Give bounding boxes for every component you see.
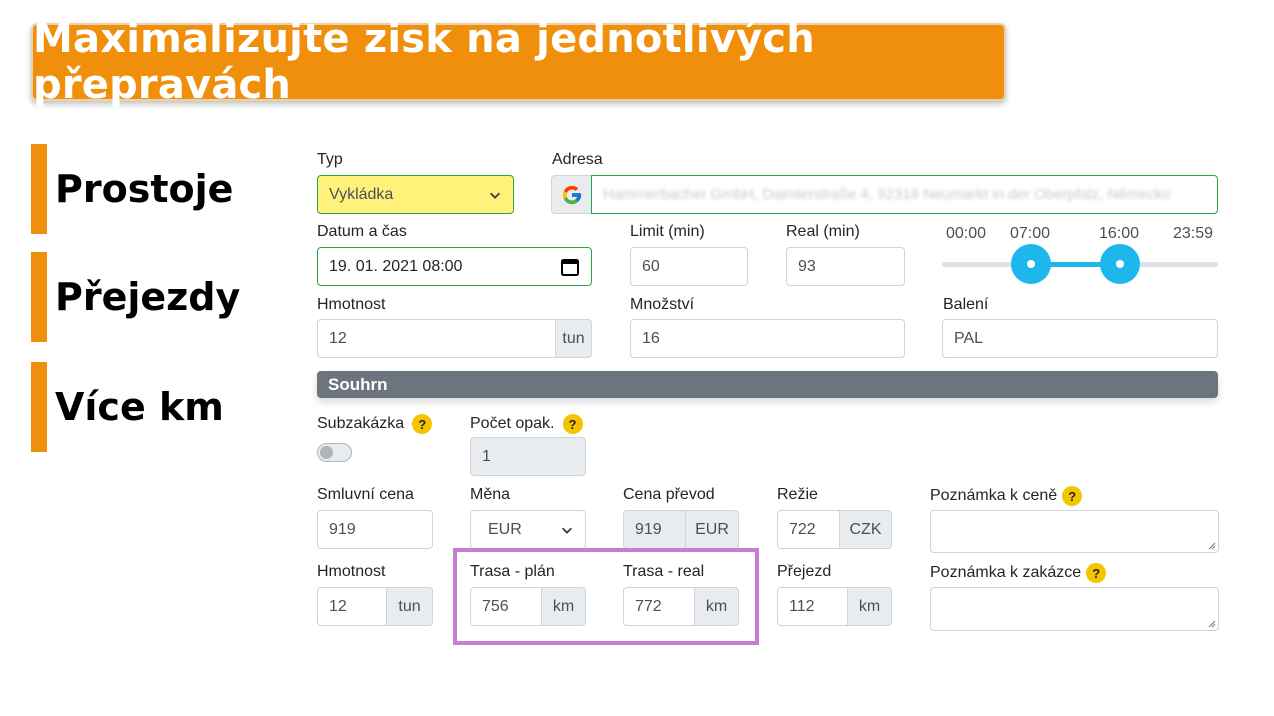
help-icon[interactable]: ? [1062, 486, 1083, 506]
trasa-plan-unit: km [541, 587, 586, 626]
trasa-plan-label: Trasa - plán [470, 563, 555, 580]
rezie-input[interactable]: 722 [777, 510, 840, 549]
trasa-real-value: 772 [635, 597, 662, 615]
poznamka-zakazka-textarea[interactable] [930, 587, 1219, 631]
banner-title: Maximalizujte zisk na jednotlivých přepr… [33, 16, 815, 108]
cena-prevod-unit: EUR [685, 510, 739, 549]
feature-label: Přejezdy [55, 275, 241, 319]
summary-header: Souhrn [317, 371, 1218, 398]
poznamka-cena-label: Poznámka k ceně? [930, 486, 1083, 506]
pocet-label: Počet opak.? [470, 414, 583, 434]
toggle-knob [320, 446, 333, 459]
poznamka-zakazka-label-text: Poznámka k zakázce [930, 564, 1082, 582]
feature-vice-km: Více km [31, 362, 291, 452]
poznamka-cena-label-text: Poznámka k ceně [930, 487, 1058, 505]
trasa-real-label: Trasa - real [623, 563, 705, 580]
limit-label: Limit (min) [630, 223, 705, 240]
limit-value: 60 [642, 257, 660, 275]
rezie-unit: CZK [839, 510, 892, 549]
subzakazka-toggle[interactable] [317, 443, 352, 462]
poznamka-cena-textarea[interactable] [930, 510, 1219, 553]
resize-handle-icon[interactable] [1208, 620, 1216, 628]
smluvni-cena-label: Smluvní cena [317, 486, 414, 503]
time-slider-handle-to[interactable] [1100, 244, 1140, 284]
slider-tick-to: 16:00 [1099, 225, 1140, 242]
typ-select-value: Vykládka [329, 185, 394, 203]
calendar-icon[interactable] [560, 257, 580, 277]
trasa-plan-input[interactable]: 756 [470, 587, 542, 626]
google-icon [551, 175, 592, 214]
slider-tick-from: 07:00 [1010, 225, 1051, 242]
slider-tick-max: 23:59 [1173, 225, 1214, 242]
trasa-real-unit: km [694, 587, 739, 626]
prejezd-unit: km [847, 587, 892, 626]
real-label: Real (min) [786, 223, 860, 240]
real-value: 93 [798, 257, 816, 275]
google-logo-icon [562, 185, 581, 204]
feature-accent-bar [31, 362, 47, 452]
adresa-label: Adresa [552, 151, 603, 168]
prejezd-value: 112 [789, 597, 815, 615]
chevron-down-icon [490, 192, 500, 199]
baleni-input[interactable]: PAL [942, 319, 1218, 358]
hmotnost-value: 12 [329, 329, 347, 347]
datum-input[interactable]: 19. 01. 2021 08:00 [317, 247, 592, 286]
adresa-value: Hammerbacher GmbH, Daimlerstraße 4, 9231… [603, 186, 1171, 203]
time-slider-handle-from[interactable] [1011, 244, 1051, 284]
pocet-label-text: Počet opak. [470, 415, 555, 433]
smluvni-cena-input[interactable]: 919 [317, 510, 433, 549]
mnozstvi-input[interactable]: 16 [630, 319, 905, 358]
hmotnost-label: Hmotnost [317, 296, 386, 313]
prejezd-input[interactable]: 112 [777, 587, 848, 626]
help-icon[interactable]: ? [1086, 563, 1107, 583]
hmotnost-summary-unit: tun [386, 587, 433, 626]
hmotnost-summary-input[interactable]: 12 [317, 587, 387, 626]
pocet-input: 1 [470, 437, 586, 476]
cena-prevod-input: 919 [623, 510, 686, 549]
datum-value: 19. 01. 2021 08:00 [329, 257, 463, 275]
hmotnost-input[interactable]: 12 [317, 319, 556, 358]
rezie-label: Režie [777, 486, 818, 503]
typ-label: Typ [317, 151, 343, 168]
poznamka-zakazka-label: Poznámka k zakázce? [930, 563, 1107, 583]
baleni-label: Balení [943, 296, 989, 313]
cena-prevod-label: Cena převod [623, 486, 715, 503]
promo-banner: Maximalizujte zisk na jednotlivých přepr… [31, 16, 1006, 108]
mena-label: Měna [470, 486, 511, 503]
mena-value: EUR [488, 520, 522, 538]
feature-label: Více km [55, 385, 224, 429]
feature-accent-bar [31, 144, 47, 234]
resize-handle-icon[interactable] [1208, 542, 1216, 550]
hmotnost-summary-value: 12 [329, 597, 347, 615]
mnozstvi-value: 16 [642, 329, 660, 347]
prejezd-label: Přejezd [777, 563, 832, 580]
feature-label: Prostoje [55, 167, 234, 211]
datum-label: Datum a čas [317, 223, 407, 240]
subzakazka-label: Subzakázka? [317, 414, 433, 434]
hmotnost-unit: tun [555, 319, 592, 358]
feature-prejezdy: Přejezdy [31, 252, 291, 342]
trasa-plan-value: 756 [482, 597, 509, 615]
feature-accent-bar [31, 252, 47, 342]
rezie-value: 722 [789, 520, 816, 538]
smluvni-cena-value: 919 [329, 520, 356, 538]
limit-input[interactable]: 60 [630, 247, 748, 286]
chevron-down-icon [562, 527, 572, 534]
help-icon[interactable]: ? [412, 414, 433, 434]
subzakazka-label-text: Subzakázka [317, 415, 405, 433]
trasa-real-input[interactable]: 772 [623, 587, 695, 626]
adresa-input[interactable]: Hammerbacher GmbH, Daimlerstraße 4, 9231… [591, 175, 1218, 214]
baleni-value: PAL [954, 329, 984, 347]
mnozstvi-label: Množství [630, 296, 695, 313]
help-icon[interactable]: ? [562, 414, 583, 434]
real-input[interactable]: 93 [786, 247, 905, 286]
feature-prostoje: Prostoje [31, 144, 291, 234]
mena-select[interactable]: EUR [470, 510, 586, 549]
pocet-value: 1 [482, 447, 491, 465]
typ-select[interactable]: Vykládka [317, 175, 514, 214]
hmotnost-summary-label: Hmotnost [317, 563, 386, 580]
cena-prevod-value: 919 [635, 520, 662, 538]
slider-tick-min: 00:00 [946, 225, 987, 242]
